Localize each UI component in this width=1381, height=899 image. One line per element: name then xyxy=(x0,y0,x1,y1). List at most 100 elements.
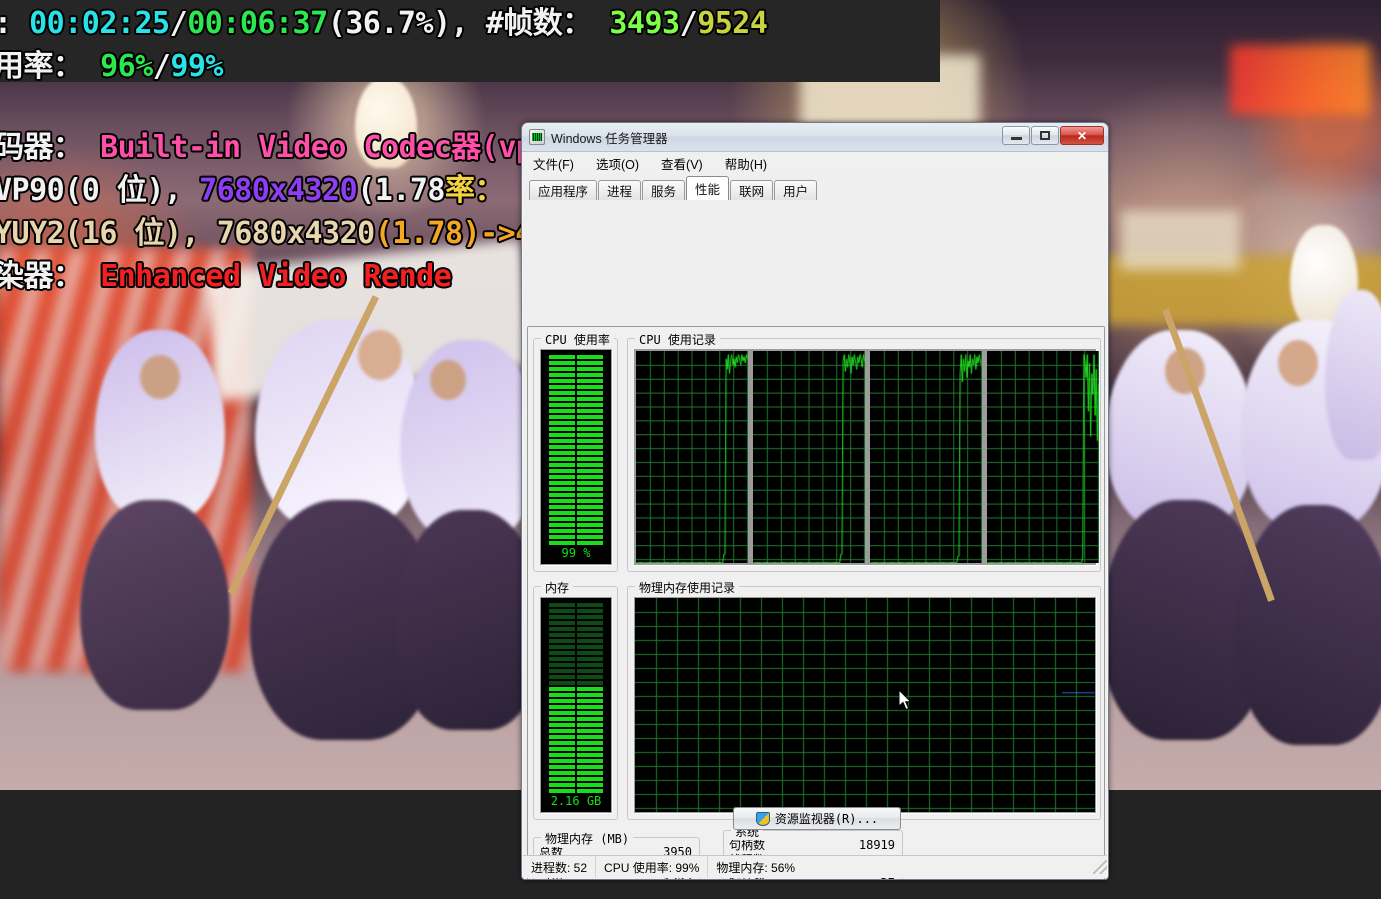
scene-dancer xyxy=(1235,505,1381,745)
gauge-segment xyxy=(549,511,603,515)
menu-bar[interactable]: 文件(F) 选项(O) 查看(V) 帮助(H) xyxy=(522,152,1108,174)
gauge-segment xyxy=(549,645,603,649)
tab-进程[interactable]: 进程 xyxy=(598,180,642,200)
close-button[interactable]: ✕ xyxy=(1060,126,1104,145)
gauge-segment xyxy=(549,355,603,359)
gauge-segment xyxy=(549,493,603,497)
memory-gauge-value: 2.16 GB xyxy=(550,794,602,808)
gauge-segment xyxy=(549,373,603,377)
cpu-history-group-label: CPU 使用记录 xyxy=(635,331,720,348)
gauge-segment xyxy=(549,439,603,443)
gauge-segment xyxy=(549,663,603,667)
gauge-segment xyxy=(549,747,603,751)
task-manager-window[interactable]: Windows 任务管理器 ✕ 文件(F) 选项(O) 查看(V) 帮助(H) 应用程… xyxy=(521,122,1109,880)
scene-shape xyxy=(1230,45,1370,115)
menu-item[interactable]: 选项(O) xyxy=(592,152,643,175)
scene-dancer xyxy=(80,500,230,710)
status-bar: 进程数: 52 CPU 使用率: 99% 物理内存: 56% xyxy=(523,855,1107,878)
gauge-segment xyxy=(549,621,603,625)
task-manager-icon xyxy=(529,129,545,145)
menu-item[interactable]: 查看(V) xyxy=(657,152,707,175)
tab-性能[interactable]: 性能 xyxy=(686,176,730,200)
menu-item[interactable]: 帮助(H) xyxy=(721,152,771,175)
gauge-segment xyxy=(549,361,603,365)
gauge-segment xyxy=(549,735,603,739)
tab-应用程序[interactable]: 应用程序 xyxy=(529,180,598,200)
gauge-segment xyxy=(549,771,603,775)
gauge-segment xyxy=(549,687,603,691)
maximize-button[interactable] xyxy=(1031,126,1059,145)
scene-shape xyxy=(800,55,980,130)
gauge-segment xyxy=(549,675,603,679)
cpu-usage-gauge: 99 % xyxy=(540,349,612,565)
gauge-segment xyxy=(549,681,603,685)
cpu-core-graph xyxy=(869,351,982,563)
gauge-segment xyxy=(549,385,603,389)
gauge-segment xyxy=(549,705,603,709)
cpu-usage-group-label: CPU 使用率 xyxy=(541,331,614,348)
gauge-segment xyxy=(549,627,603,631)
mouse-cursor xyxy=(899,690,912,711)
gauge-segment xyxy=(549,517,603,521)
tab-用户[interactable]: 用户 xyxy=(774,180,818,200)
gauge-segment xyxy=(549,487,603,491)
window-title: Windows 任务管理器 xyxy=(551,131,668,146)
physical-memory-title: 物理内存 (MB) xyxy=(541,830,634,847)
gauge-segment xyxy=(549,603,603,607)
resource-monitor-label: 资源监视器(R)... xyxy=(774,812,879,826)
status-cpu-usage: CPU 使用率: 99% xyxy=(595,856,707,878)
gauge-segment xyxy=(549,367,603,371)
gauge-segment xyxy=(549,433,603,437)
resource-monitor-button[interactable]: 资源监视器(R)... xyxy=(733,807,901,830)
minimize-button[interactable] xyxy=(1002,126,1030,145)
gauge-segment xyxy=(549,469,603,473)
tab-联网[interactable]: 联网 xyxy=(730,180,774,200)
gauge-segment xyxy=(549,711,603,715)
gauge-segment xyxy=(549,639,603,643)
gauge-segment xyxy=(549,529,603,533)
gauge-segment xyxy=(549,615,603,619)
gauge-segment xyxy=(549,609,603,613)
gauge-segment xyxy=(549,669,603,673)
gauge-segment xyxy=(549,717,603,721)
cpu-core-graph xyxy=(752,351,865,563)
gauge-segment xyxy=(549,457,603,461)
gauge-segment xyxy=(549,499,603,503)
gauge-segment xyxy=(549,421,603,425)
window-controls: ✕ xyxy=(1002,126,1104,145)
gauge-segment xyxy=(549,445,603,449)
resize-grip-icon[interactable] xyxy=(1093,860,1107,874)
gauge-segment xyxy=(549,463,603,467)
gauge-segment xyxy=(549,777,603,781)
memory-usage-gauge: 2.16 GB xyxy=(540,597,612,813)
gauge-segment xyxy=(549,699,603,703)
window-titlebar[interactable]: Windows 任务管理器 ✕ xyxy=(522,123,1108,152)
scene-face xyxy=(430,360,466,400)
gauge-segment xyxy=(549,427,603,431)
gauge-segment xyxy=(549,505,603,509)
cpu-usage-group: CPU 使用率 99 % xyxy=(533,331,618,572)
gauge-segment xyxy=(549,409,603,413)
cpu-gauge-value: 99 % xyxy=(561,546,591,560)
menu-item[interactable]: 文件(F) xyxy=(529,152,578,175)
scene-lantern xyxy=(355,78,417,168)
memory-history-group-label: 物理内存使用记录 xyxy=(635,579,740,596)
gauge-segment xyxy=(549,391,603,395)
gauge-segment xyxy=(549,765,603,769)
gauge-segment xyxy=(549,523,603,527)
gauge-segment xyxy=(549,475,603,479)
gauge-segment xyxy=(549,741,603,745)
status-processes: 进程数: 52 xyxy=(531,860,588,875)
gauge-segment xyxy=(549,451,603,455)
gauge-segment xyxy=(549,693,603,697)
tab-strip[interactable]: 应用程序 进程 服务 性能 联网 用户 xyxy=(529,176,1108,200)
scene-face xyxy=(140,355,180,399)
cpu-history-graphs xyxy=(634,349,1099,565)
stat-key: 句柄数 xyxy=(729,838,766,852)
gauge-segment xyxy=(549,535,603,539)
tab-服务[interactable]: 服务 xyxy=(642,180,686,200)
scene-face xyxy=(358,330,402,380)
gauge-segment xyxy=(549,481,603,485)
gauge-segment xyxy=(549,729,603,733)
scene-face xyxy=(1278,340,1318,386)
